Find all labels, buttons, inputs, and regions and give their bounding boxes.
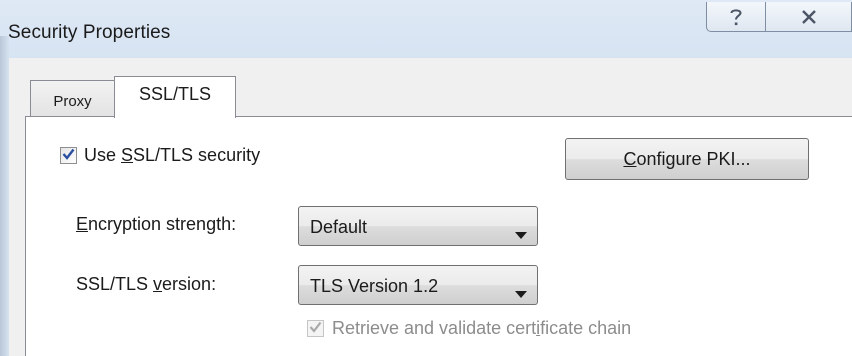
configure-pki-button[interactable]: Configure PKI... bbox=[565, 138, 809, 180]
label-text: ersion: bbox=[162, 274, 217, 294]
checkmark-icon bbox=[62, 147, 75, 165]
label-text: Use bbox=[84, 145, 122, 165]
ssl-tls-version-label: SSL/TLS version: bbox=[76, 274, 216, 295]
mnemonic: E bbox=[76, 214, 89, 234]
ssl-tls-version-select[interactable]: TLS Version 1.2 bbox=[298, 265, 538, 305]
label-text: SL/TLS security bbox=[133, 145, 261, 165]
certificate-chain-label[interactable]: Retrieve and validate certificate chain bbox=[332, 318, 631, 339]
tab-label: SSL/TLS bbox=[138, 84, 212, 104]
tab-proxy[interactable]: Proxy bbox=[30, 80, 115, 117]
tab-ssl-tls[interactable]: SSL/TLS bbox=[114, 76, 236, 118]
window-title: Security Properties bbox=[8, 22, 171, 43]
use-ssl-checkbox[interactable] bbox=[60, 147, 77, 164]
certificate-chain-checkbox[interactable] bbox=[307, 320, 324, 337]
mnemonic: S bbox=[121, 145, 134, 165]
close-button[interactable] bbox=[766, 2, 852, 32]
label-text: SSL/TLS bbox=[76, 274, 154, 294]
label-text: ncryption strength: bbox=[88, 214, 237, 234]
label-text: onfigure PKI... bbox=[636, 148, 751, 169]
close-icon bbox=[801, 9, 817, 24]
use-ssl-label[interactable]: Use SSL/TLS security bbox=[84, 145, 260, 166]
checkmark-icon bbox=[309, 320, 322, 338]
encryption-strength-label: Encryption strength: bbox=[76, 214, 236, 235]
button-label: Configure PKI... bbox=[623, 149, 750, 170]
mnemonic: C bbox=[623, 148, 637, 169]
tab-label: Proxy bbox=[53, 92, 92, 110]
chevron-down-icon bbox=[515, 282, 527, 303]
encryption-strength-select[interactable]: Default bbox=[298, 206, 538, 246]
chevron-down-icon bbox=[515, 223, 527, 244]
title-bar[interactable]: Security Properties bbox=[0, 0, 852, 58]
question-icon bbox=[729, 7, 743, 27]
mnemonic: v bbox=[153, 274, 163, 294]
label-text: ficate chain bbox=[540, 318, 632, 338]
help-button[interactable] bbox=[706, 2, 766, 32]
label-text: Retrieve and validate cert bbox=[332, 318, 537, 338]
window-frame-left bbox=[0, 36, 9, 356]
select-value: TLS Version 1.2 bbox=[310, 276, 439, 296]
select-value: Default bbox=[310, 217, 368, 237]
security-properties-window: Security Properties Proxy SSL/TLS Use SS… bbox=[0, 0, 852, 356]
